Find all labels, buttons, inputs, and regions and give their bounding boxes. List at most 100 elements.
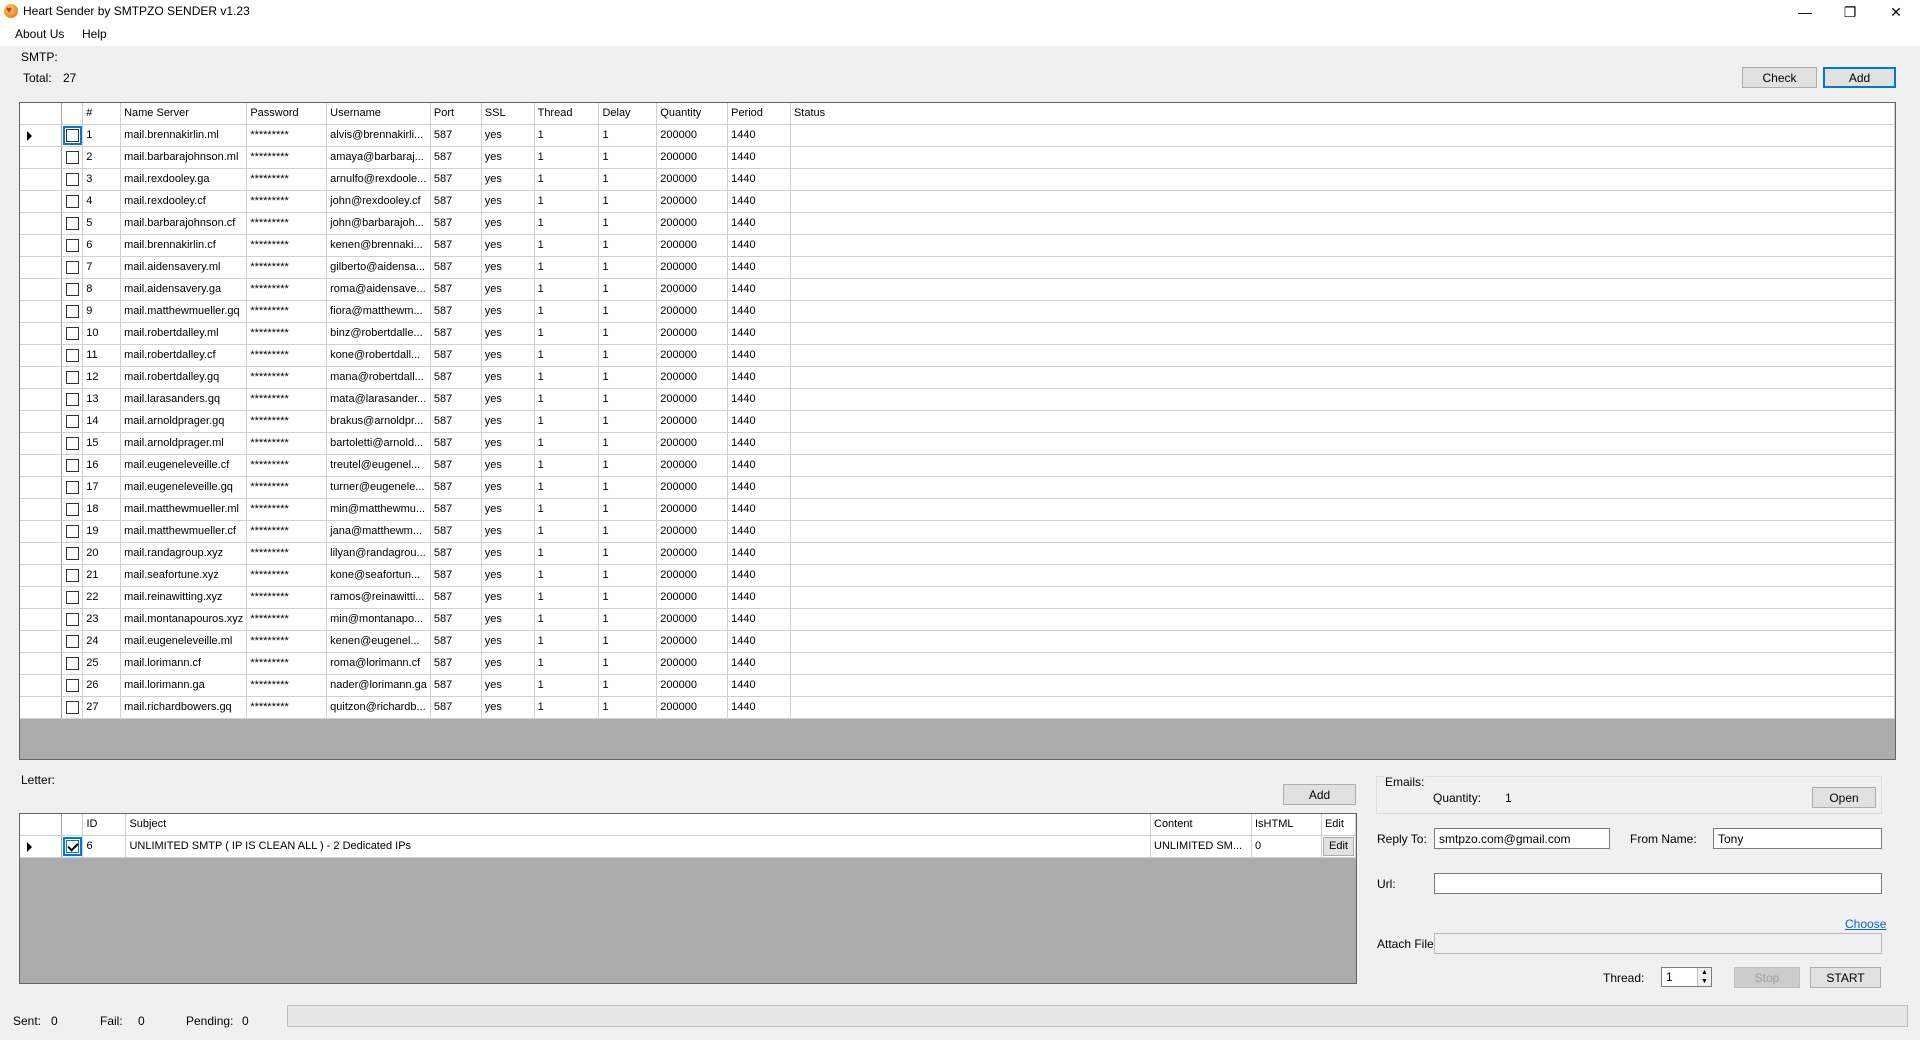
cell-period[interactable]: 1440 xyxy=(727,190,791,213)
cell-ssl[interactable]: yes xyxy=(481,212,535,235)
row-header[interactable] xyxy=(20,234,63,257)
cell-username[interactable]: nader@lorimann.ga xyxy=(326,674,431,697)
cell-status[interactable] xyxy=(790,322,1896,345)
cell-thread[interactable]: 1 xyxy=(534,234,600,257)
cell-username[interactable]: fiora@matthewm... xyxy=(326,300,431,323)
cell-port[interactable]: 587 xyxy=(430,410,482,433)
smtp-select-checkbox[interactable] xyxy=(65,216,79,230)
cell-index[interactable]: 26 xyxy=(82,674,122,697)
cell-quantity[interactable]: 200000 xyxy=(656,300,729,323)
smtp-select-cell[interactable] xyxy=(61,696,84,719)
cell-thread[interactable]: 1 xyxy=(534,300,600,323)
choose-file-link[interactable]: Choose xyxy=(1845,917,1886,931)
table-row[interactable]: 20 mail.randagroup.xyz ********* lilyan@ran… xyxy=(20,542,1896,565)
cell-index[interactable]: 12 xyxy=(82,366,122,389)
spin-up-icon[interactable]: ▲ xyxy=(1698,968,1711,977)
cell-password[interactable]: ********* xyxy=(246,696,328,719)
row-header[interactable] xyxy=(20,256,63,279)
cell-username[interactable]: lilyan@randagrou... xyxy=(326,542,431,565)
smtp-select-checkbox[interactable] xyxy=(62,125,82,145)
table-row[interactable]: 5 mail.barbarajohnson.cf ********* john@bar… xyxy=(20,212,1896,235)
row-header[interactable] xyxy=(20,835,63,858)
smtp-select-checkbox[interactable] xyxy=(65,304,79,318)
menu-help[interactable]: Help xyxy=(80,27,109,41)
edit-letter-button[interactable]: Edit xyxy=(1322,836,1354,856)
cell-index[interactable]: 7 xyxy=(82,256,122,279)
row-header[interactable] xyxy=(20,300,63,323)
table-row[interactable]: 16 mail.eugeneleveille.cf ********* treutel… xyxy=(20,454,1896,477)
smtp-select-checkbox[interactable] xyxy=(65,150,79,164)
smtp-select-checkbox[interactable] xyxy=(65,656,79,670)
cell-name-server[interactable]: mail.aidensavery.ga xyxy=(120,278,248,301)
smtp-select-cell[interactable] xyxy=(61,388,84,411)
cell-username[interactable]: roma@lorimann.cf xyxy=(326,652,431,675)
cell-quantity[interactable]: 200000 xyxy=(656,234,729,257)
cell-username[interactable]: treutel@eugenel... xyxy=(326,454,431,477)
cell-delay[interactable]: 1 xyxy=(598,586,658,609)
smtp-select-cell[interactable] xyxy=(61,168,84,191)
smtp-select-cell[interactable] xyxy=(61,432,84,455)
table-row[interactable]: 24 mail.eugeneleveille.ml ********* kenen@e… xyxy=(20,630,1896,653)
cell-thread[interactable]: 1 xyxy=(534,278,600,301)
table-row[interactable]: 19 mail.matthewmueller.cf ********* jana@ma… xyxy=(20,520,1896,543)
cell-name-server[interactable]: mail.rexdooley.cf xyxy=(120,190,248,213)
cell-port[interactable]: 587 xyxy=(430,476,482,499)
cell-name-server[interactable]: mail.larasanders.gq xyxy=(120,388,248,411)
cell-index[interactable]: 13 xyxy=(82,388,122,411)
cell-password[interactable]: ********* xyxy=(246,300,328,323)
smtp-select-cell[interactable] xyxy=(61,190,84,213)
cell-password[interactable]: ********* xyxy=(246,212,328,235)
cell-thread[interactable]: 1 xyxy=(534,476,600,499)
table-row[interactable]: 9 mail.matthewmueller.gq ********* fiora@ma… xyxy=(20,300,1896,323)
row-header[interactable] xyxy=(20,366,63,389)
cell-password[interactable]: ********* xyxy=(246,630,328,653)
cell-quantity[interactable]: 200000 xyxy=(656,212,729,235)
cell-quantity[interactable]: 200000 xyxy=(656,498,729,521)
cell-port[interactable]: 587 xyxy=(430,300,482,323)
cell-delay[interactable]: 1 xyxy=(598,432,658,455)
maximize-button[interactable]: ❐ xyxy=(1827,0,1873,24)
cell-port[interactable]: 587 xyxy=(430,256,482,279)
cell-status[interactable] xyxy=(790,234,1896,257)
cell-port[interactable]: 587 xyxy=(430,432,482,455)
smtp-select-cell[interactable] xyxy=(61,498,84,521)
cell-status[interactable] xyxy=(790,608,1896,631)
cell-status[interactable] xyxy=(790,168,1896,191)
cell-name-server[interactable]: mail.robertdalley.cf xyxy=(120,344,248,367)
thread-stepper[interactable]: 1 ▲ ▼ xyxy=(1661,967,1712,987)
cell-period[interactable]: 1440 xyxy=(727,124,791,147)
cell-delay[interactable]: 1 xyxy=(598,278,658,301)
table-row[interactable]: 12 mail.robertdalley.gq ********* mana@robe… xyxy=(20,366,1896,389)
cell-password[interactable]: ********* xyxy=(246,542,328,565)
cell-status[interactable] xyxy=(790,388,1896,411)
letter-select-checkbox[interactable] xyxy=(62,836,82,856)
row-header[interactable] xyxy=(20,432,63,455)
cell-index[interactable]: 14 xyxy=(82,410,122,433)
cell-ssl[interactable]: yes xyxy=(481,410,535,433)
cell-thread[interactable]: 1 xyxy=(534,256,600,279)
cell-status[interactable] xyxy=(790,410,1896,433)
close-button[interactable]: ✕ xyxy=(1873,0,1919,24)
cell-quantity[interactable]: 200000 xyxy=(656,146,729,169)
table-row[interactable]: 18 mail.matthewmueller.ml ********* min@mat… xyxy=(20,498,1896,521)
table-row[interactable]: 15 mail.arnoldprager.ml ********* bartolett… xyxy=(20,432,1896,455)
cell-username[interactable]: turner@eugenele... xyxy=(326,476,431,499)
cell-index[interactable]: 22 xyxy=(82,586,122,609)
cell-thread[interactable]: 1 xyxy=(534,454,600,477)
cell-name-server[interactable]: mail.matthewmueller.ml xyxy=(120,498,248,521)
minimize-button[interactable]: — xyxy=(1782,0,1828,24)
open-emails-button[interactable]: Open xyxy=(1812,787,1876,808)
row-header[interactable] xyxy=(20,278,63,301)
col-header-ishtml[interactable]: IsHTML xyxy=(1251,814,1322,836)
cell-port[interactable]: 587 xyxy=(430,278,482,301)
cell-thread[interactable]: 1 xyxy=(534,168,600,191)
cell-delay[interactable]: 1 xyxy=(598,168,658,191)
cell-name-server[interactable]: mail.brennakirlin.ml xyxy=(120,124,248,147)
cell-index[interactable]: 11 xyxy=(82,344,122,367)
cell-port[interactable]: 587 xyxy=(430,190,482,213)
cell-username[interactable]: kenen@brennaki... xyxy=(326,234,431,257)
cell-quantity[interactable]: 200000 xyxy=(656,454,729,477)
cell-port[interactable]: 587 xyxy=(430,366,482,389)
cell-delay[interactable]: 1 xyxy=(598,652,658,675)
cell-port[interactable]: 587 xyxy=(430,696,482,719)
